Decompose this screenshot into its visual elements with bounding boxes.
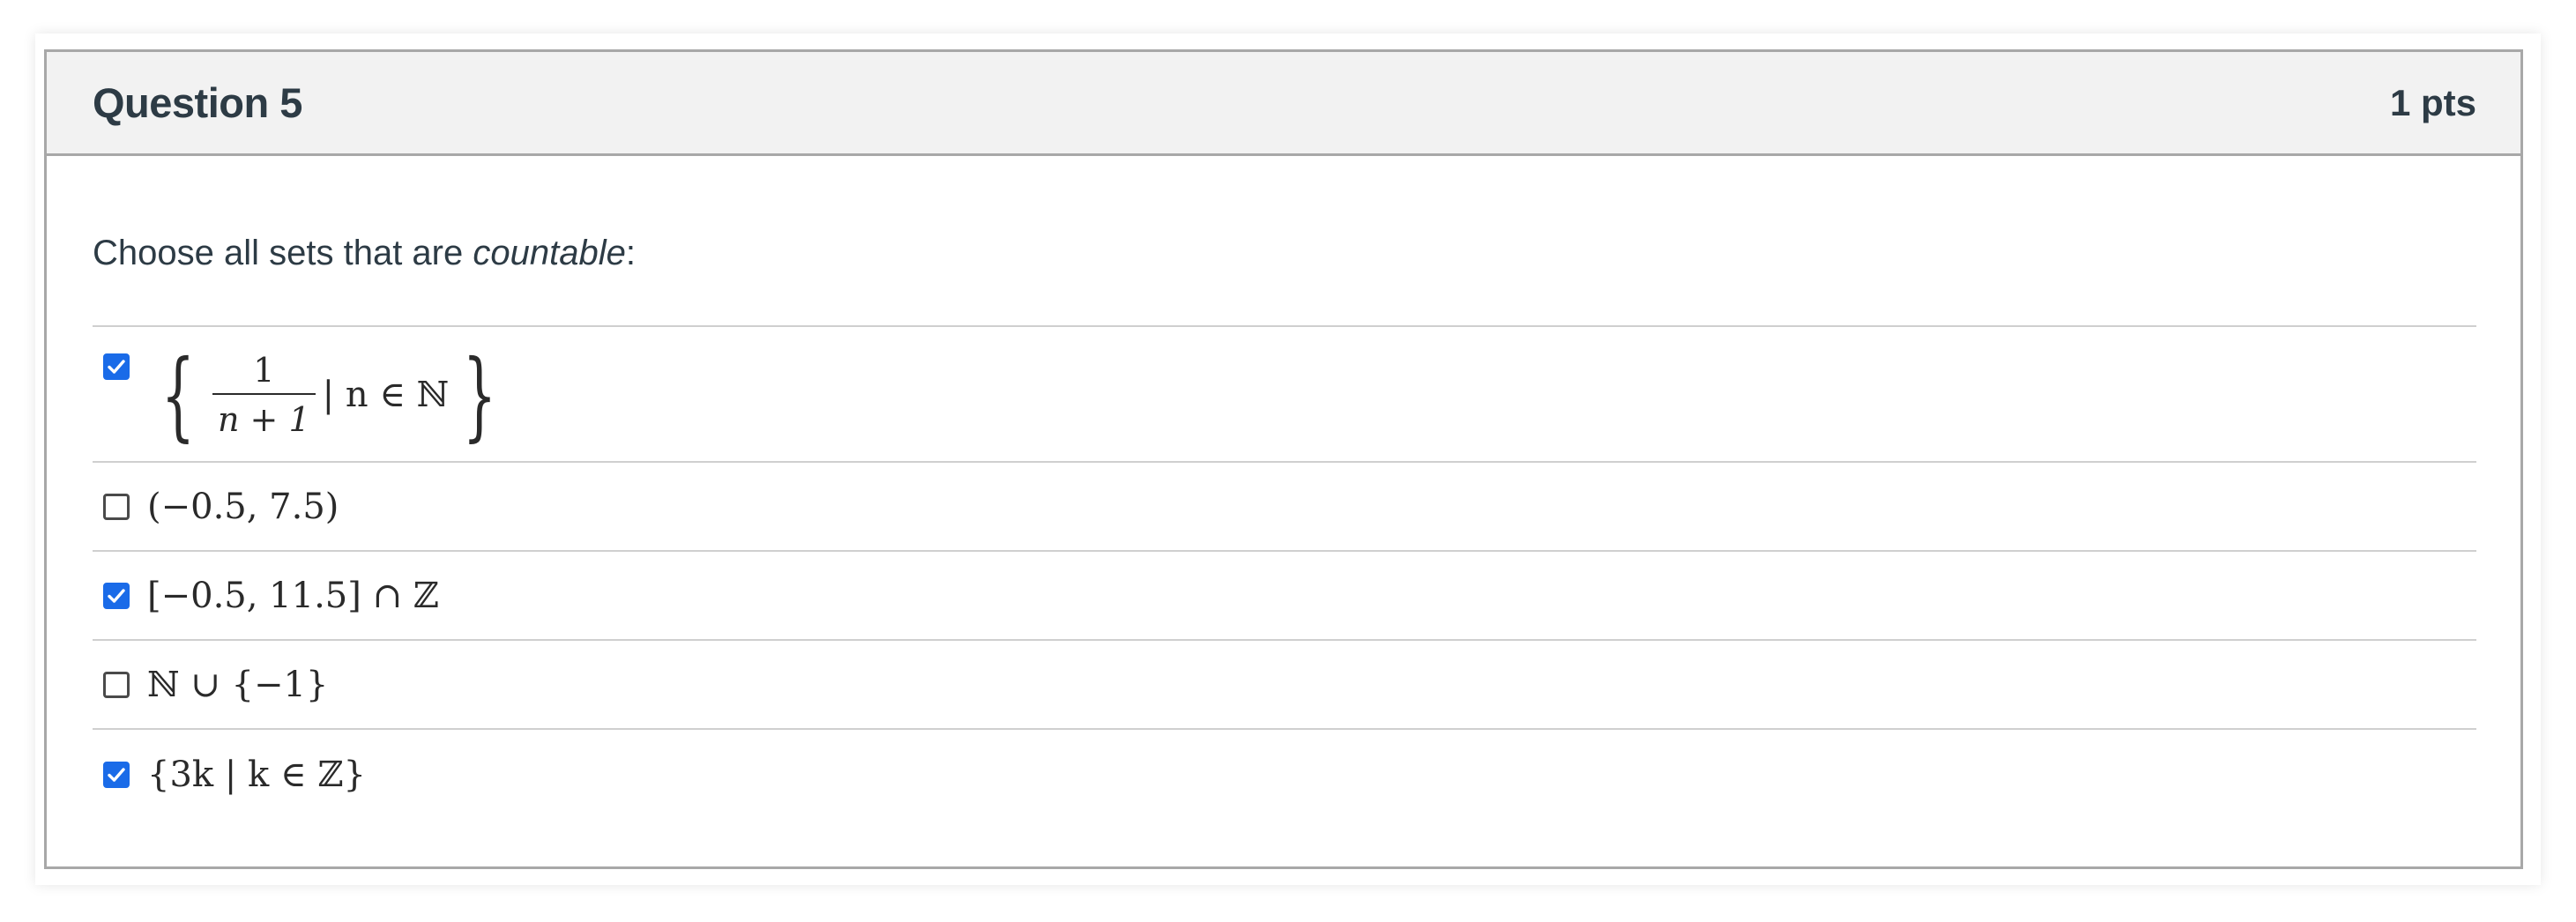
answer-label: [−0.5, 11.5] ∩ ℤ [147, 575, 439, 616]
question-header: Question 5 1 pts [47, 52, 2520, 156]
answer-checkbox[interactable] [103, 671, 130, 698]
set-condition: | n ∈ ℕ [322, 375, 450, 415]
answer-checkbox[interactable] [103, 761, 130, 788]
answer-label: {3k | k ∈ ℤ} [147, 754, 366, 795]
answer-option-3[interactable]: [−0.5, 11.5] ∩ ℤ [93, 552, 2476, 641]
answer-checkbox[interactable] [103, 582, 130, 609]
question-body: Choose all sets that are countable: { 1 … [47, 227, 2520, 819]
prompt-suffix: : [625, 234, 636, 272]
answer-list: { 1 n + 1 | n ∈ ℕ } (−0.5, 7.5) [−0.5, 1… [93, 325, 2476, 819]
question-title: Question 5 [93, 79, 302, 126]
answer-option-4[interactable]: ℕ ∪ {−1} [93, 641, 2476, 730]
checkmark-icon [108, 588, 125, 603]
question-prompt: Choose all sets that are countable: [93, 227, 2476, 279]
prompt-emphasis: countable [473, 234, 626, 272]
answer-label: (−0.5, 7.5) [147, 486, 339, 527]
answer-checkbox[interactable] [103, 493, 130, 520]
checkmark-icon [108, 360, 125, 374]
prompt-prefix: Choose all sets that are [93, 234, 473, 272]
question-points: 1 pts [2389, 81, 2476, 123]
left-brace: { [160, 338, 196, 451]
fraction: 1 n + 1 [212, 351, 316, 439]
answer-label: ℕ ∪ {−1} [147, 664, 329, 705]
answer-option-2[interactable]: (−0.5, 7.5) [93, 463, 2476, 552]
question-card: Question 5 1 pts Choose all sets that ar… [44, 49, 2523, 869]
right-brace: } [462, 338, 497, 451]
fraction-numerator: 1 [253, 351, 275, 390]
fraction-denominator: n + 1 [212, 393, 316, 439]
answer-option-1[interactable]: { 1 n + 1 | n ∈ ℕ } [93, 327, 2476, 463]
answer-option-5[interactable]: {3k | k ∈ ℤ} [93, 730, 2476, 819]
answer-checkbox[interactable] [103, 353, 130, 380]
answer-label: { 1 n + 1 | n ∈ ℕ } [147, 327, 510, 463]
checkmark-icon [108, 767, 125, 782]
